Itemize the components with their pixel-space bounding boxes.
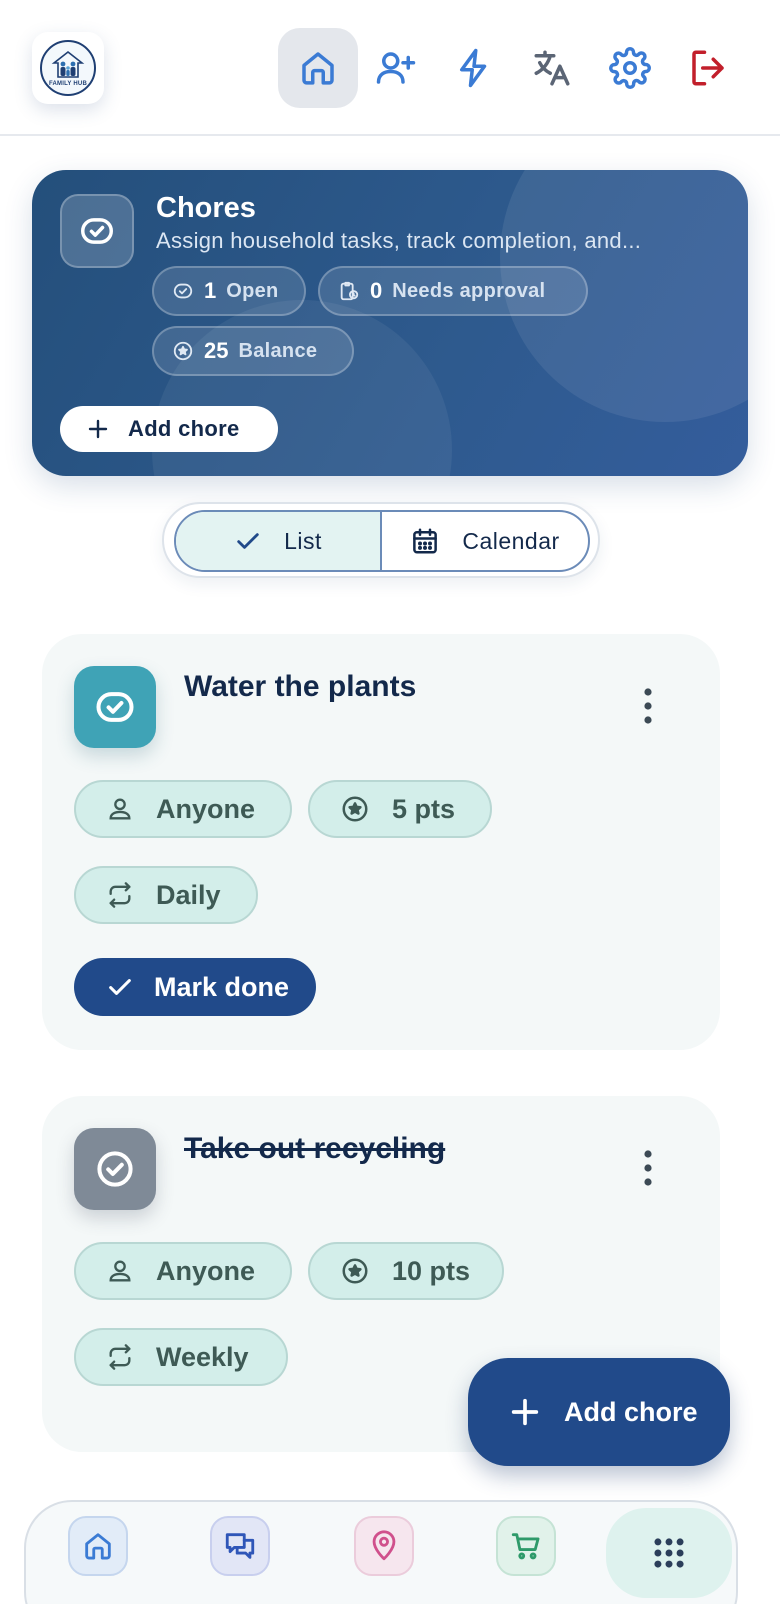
family-logo-icon: FAMILY HUB	[40, 40, 96, 96]
mark-done-button[interactable]: Mark done	[74, 958, 316, 1016]
star-circle-icon	[342, 796, 368, 822]
view-calendar-label: Calendar	[462, 527, 560, 554]
gear-icon	[609, 47, 651, 89]
user-icon	[109, 798, 131, 820]
mark-done-label: Mark done	[154, 971, 290, 1002]
stat-label: Balance	[238, 339, 318, 362]
app-logo[interactable]: FAMILY HUB	[32, 32, 104, 104]
page-subtitle: Assign household tasks, track completion…	[156, 228, 642, 253]
chore-title: Water the plants	[184, 670, 417, 703]
assignee-chip: Anyone	[74, 1242, 292, 1300]
nav-logout-button[interactable]	[668, 28, 748, 108]
bottom-nav-chat[interactable]	[210, 1516, 270, 1576]
translate-icon	[534, 50, 570, 86]
recurrence-chip: Weekly	[74, 1328, 288, 1386]
stat-value: 25	[204, 338, 229, 363]
add-user-icon	[376, 52, 416, 84]
recurrence-chip: Daily	[74, 866, 258, 924]
points-chip: 10 pts	[308, 1242, 504, 1300]
stat-label: Needs approval	[392, 279, 546, 302]
view-list-tab[interactable]: List	[176, 512, 382, 570]
more-options-icon[interactable]	[636, 686, 660, 726]
logout-icon	[692, 50, 724, 86]
chore-status-icon	[74, 666, 156, 748]
chore-card[interactable]: Water the plants Anyone 5 pts Daily Mark…	[42, 634, 720, 1050]
stat-open-badge: 1 Open	[152, 266, 306, 316]
stat-value: 1	[204, 278, 217, 303]
chore-status-icon	[74, 1128, 156, 1210]
user-icon	[109, 1260, 131, 1282]
stat-balance-badge: 25 Balance	[152, 326, 354, 376]
recurrence-label: Weekly	[156, 1341, 249, 1372]
stat-value: 0	[370, 278, 383, 303]
nav-home-button[interactable]	[278, 28, 358, 108]
page-title: Chores	[156, 192, 256, 224]
bottom-nav-home[interactable]	[68, 1516, 128, 1576]
cart-icon	[511, 1533, 540, 1560]
recurrence-label: Daily	[156, 879, 221, 910]
home-icon	[302, 52, 334, 85]
points-label: 5 pts	[392, 793, 456, 824]
bottom-nav-more[interactable]	[606, 1508, 732, 1598]
lightning-icon	[460, 48, 487, 88]
assignee-label: Anyone	[156, 1255, 256, 1286]
add-chore-fab[interactable]: Add chore	[468, 1358, 730, 1466]
star-circle-icon	[173, 341, 193, 361]
plus-icon	[88, 419, 108, 439]
nav-add-member-button[interactable]	[356, 28, 436, 108]
chores-hero-card: Chores Assign household tasks, track com…	[32, 170, 748, 476]
check-icon	[237, 533, 259, 549]
chores-icon	[60, 194, 134, 268]
bottom-nav	[24, 1500, 738, 1604]
plus-icon	[511, 1398, 539, 1426]
logo-text: FAMILY HUB	[48, 81, 87, 87]
assignee-label: Anyone	[156, 793, 256, 824]
points-chip: 5 pts	[308, 780, 492, 838]
top-bar: FAMILY HUB	[0, 0, 780, 136]
fab-label: Add chore	[564, 1396, 698, 1427]
add-chore-label: Add chore	[128, 416, 240, 441]
check-circle-icon	[173, 283, 193, 299]
add-chore-button[interactable]: Add chore	[60, 406, 278, 452]
view-toggle: List Calendar	[162, 502, 600, 578]
bottom-nav-shopping[interactable]	[496, 1516, 556, 1576]
nav-settings-button[interactable]	[590, 28, 670, 108]
view-calendar-tab[interactable]: Calendar	[382, 512, 588, 570]
nav-language-button[interactable]	[512, 28, 592, 108]
assignee-chip: Anyone	[74, 780, 292, 838]
calendar-icon	[413, 528, 438, 554]
apps-grid-icon	[654, 1538, 684, 1568]
clipboard-clock-icon	[340, 281, 359, 301]
more-options-icon[interactable]	[636, 1148, 660, 1188]
location-pin-icon	[372, 1530, 396, 1561]
stat-label: Open	[226, 279, 279, 302]
repeat-icon	[109, 882, 131, 908]
repeat-icon	[109, 1344, 131, 1370]
chore-title: Take out recycling	[184, 1132, 446, 1165]
nav-automations-button[interactable]	[434, 28, 514, 108]
stat-needs-approval-badge: 0 Needs approval	[318, 266, 588, 316]
chat-icon	[225, 1533, 255, 1559]
points-label: 10 pts	[392, 1255, 471, 1286]
star-circle-icon	[342, 1258, 368, 1284]
view-list-label: List	[284, 527, 322, 554]
bottom-nav-locations[interactable]	[354, 1516, 414, 1576]
check-icon	[109, 979, 131, 995]
home-icon	[85, 1533, 111, 1560]
